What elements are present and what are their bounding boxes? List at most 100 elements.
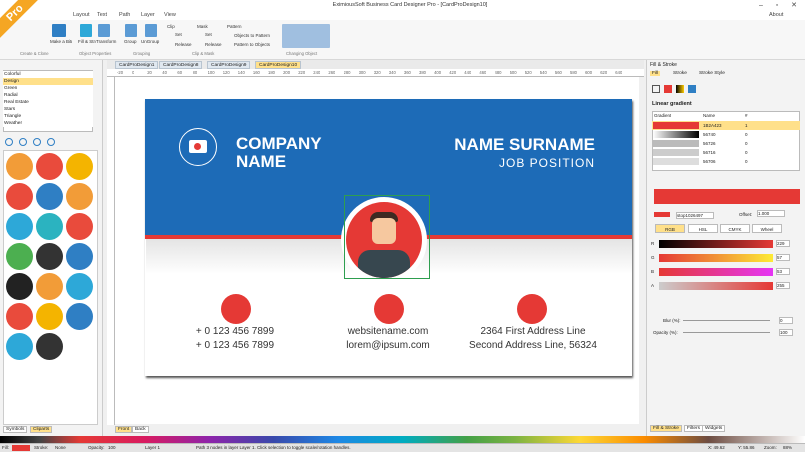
maximize-icon[interactable]: ▫ (772, 1, 782, 10)
gradient-preview[interactable] (654, 189, 800, 204)
doc-tab[interactable]: CardProDesign1 (115, 61, 159, 69)
doc-tab-active[interactable]: CardProDesign10 (255, 61, 302, 69)
list-item[interactable]: Radial (3, 92, 93, 99)
symbol-thumbnail[interactable] (6, 213, 33, 240)
linear-gradient-icon[interactable] (676, 85, 684, 93)
nav-back-icon[interactable] (5, 138, 13, 146)
clip-release-button[interactable]: Release (175, 42, 192, 47)
symbol-thumbnail[interactable] (66, 303, 93, 330)
channel-r-slider[interactable] (659, 240, 773, 248)
tab-front[interactable]: Front (115, 426, 133, 433)
symbol-thumbnail[interactable] (36, 183, 63, 210)
symbol-thumbnail[interactable] (36, 243, 63, 270)
tab-symbols[interactable]: Symbols (3, 426, 28, 433)
list-item[interactable]: Green (3, 85, 93, 92)
opacity-slider[interactable] (683, 332, 770, 333)
menu-text[interactable]: Text (97, 12, 107, 18)
symbol-thumbnail[interactable] (36, 303, 63, 330)
symbol-thumbnail[interactable] (6, 183, 33, 210)
flat-color-icon[interactable] (664, 85, 672, 93)
mode-hsl[interactable]: HSL (688, 224, 718, 233)
symbol-thumbnail[interactable] (36, 333, 63, 360)
nav-next-icon[interactable] (33, 138, 41, 146)
tab-fill-stroke[interactable]: Fill & Stroke (650, 425, 682, 432)
symbol-thumbnail[interactable] (6, 333, 33, 360)
selection-box[interactable] (344, 195, 430, 279)
zoom-value[interactable]: 88% (783, 445, 792, 450)
tab-fill[interactable]: Fill (650, 71, 661, 76)
fill-stroke-icon[interactable] (80, 24, 92, 37)
gradient-swatch[interactable] (653, 149, 699, 156)
tab-stroke-style[interactable]: Stroke Style (697, 71, 727, 76)
clip-set-button[interactable]: Set (175, 32, 182, 37)
mask-set-button[interactable]: Set (205, 32, 212, 37)
tab-back[interactable]: Back (132, 426, 149, 433)
channel-g-value[interactable]: 57 (776, 254, 790, 261)
no-paint-icon[interactable] (652, 85, 660, 93)
nav-forward-icon[interactable] (19, 138, 27, 146)
radial-gradient-icon[interactable] (688, 85, 696, 93)
channel-b-slider[interactable] (659, 268, 773, 276)
mode-rgb[interactable]: RGB (655, 224, 685, 233)
tab-filters[interactable]: Filters (684, 425, 704, 432)
gradient-swatch[interactable] (653, 158, 699, 165)
symbol-thumbnail[interactable] (36, 213, 63, 240)
color-palette[interactable] (0, 436, 805, 443)
minimize-icon[interactable]: – (756, 1, 766, 10)
menu-layer[interactable]: Layer (141, 12, 155, 18)
mode-cmyk[interactable]: CMYK (720, 224, 750, 233)
tab-widgets[interactable]: Widgets (702, 425, 726, 432)
list-item[interactable]: Weather (3, 120, 93, 127)
symbol-thumbnail[interactable] (66, 183, 93, 210)
changing-object-icons[interactable] (282, 24, 330, 48)
menu-layout[interactable]: Layout (73, 12, 90, 18)
blur-slider[interactable] (683, 320, 770, 321)
nav-last-icon[interactable] (47, 138, 55, 146)
objects-to-pattern-button[interactable]: Objects to Pattern (234, 33, 270, 38)
symbol-thumbnail[interactable] (6, 153, 33, 180)
gradient-swatch[interactable] (653, 140, 699, 147)
tab-stroke[interactable]: Stroke (671, 71, 689, 76)
mask-release-button[interactable]: Release (205, 42, 222, 47)
make-object-icon[interactable] (52, 24, 66, 37)
symbol-thumbnail[interactable] (6, 243, 33, 270)
symbol-thumbnail[interactable] (36, 153, 63, 180)
symbol-thumbnail[interactable] (6, 303, 33, 330)
symbol-thumbnail[interactable] (66, 273, 93, 300)
blur-input[interactable]: 0 (779, 317, 793, 324)
symbol-thumbnail[interactable] (66, 243, 93, 270)
list-item-selected[interactable]: Design (3, 78, 93, 85)
symbol-thumbnail[interactable] (6, 273, 33, 300)
menu-about[interactable]: About (769, 12, 783, 18)
layer-select[interactable]: Layer 1 (145, 445, 160, 450)
offset-input[interactable]: 1.000 (757, 210, 785, 217)
list-item[interactable]: Stars (3, 106, 93, 113)
close-icon[interactable]: ✕ (789, 1, 799, 10)
menu-view[interactable]: View (164, 12, 176, 18)
channel-b-value[interactable]: 53 (776, 268, 790, 275)
list-item[interactable]: Colorful (3, 71, 93, 78)
channel-a-value[interactable]: 255 (776, 282, 790, 289)
channel-r-value[interactable]: 229 (776, 240, 790, 247)
fill-indicator[interactable] (12, 445, 30, 451)
mode-wheel[interactable]: Wheel (752, 224, 782, 233)
group-icon[interactable] (125, 24, 137, 37)
opacity-input[interactable]: 100 (779, 329, 793, 336)
menu-path[interactable]: Path (119, 12, 130, 18)
ungroup-icon[interactable] (145, 24, 157, 37)
transform-icon[interactable] (98, 24, 110, 37)
symbol-thumbnail[interactable] (66, 213, 93, 240)
doc-tab[interactable]: CardProDesign9 (207, 61, 251, 69)
list-item[interactable]: Real Estate (3, 99, 93, 106)
pattern-to-objects-button[interactable]: Pattern to Objects (234, 42, 270, 47)
stop-select[interactable]: stop1026497 (676, 212, 714, 219)
tab-cliparts[interactable]: Cliparts (30, 426, 53, 433)
stop-color-swatch[interactable] (654, 212, 670, 217)
opacity-status-value[interactable]: 100 (108, 445, 116, 450)
doc-tab[interactable]: CardProDesign8 (159, 61, 203, 69)
gradient-swatch[interactable] (653, 131, 699, 138)
channel-a-slider[interactable] (659, 282, 773, 290)
channel-g-slider[interactable] (659, 254, 773, 262)
symbol-thumbnail[interactable] (36, 273, 63, 300)
symbol-thumbnail[interactable] (66, 153, 93, 180)
